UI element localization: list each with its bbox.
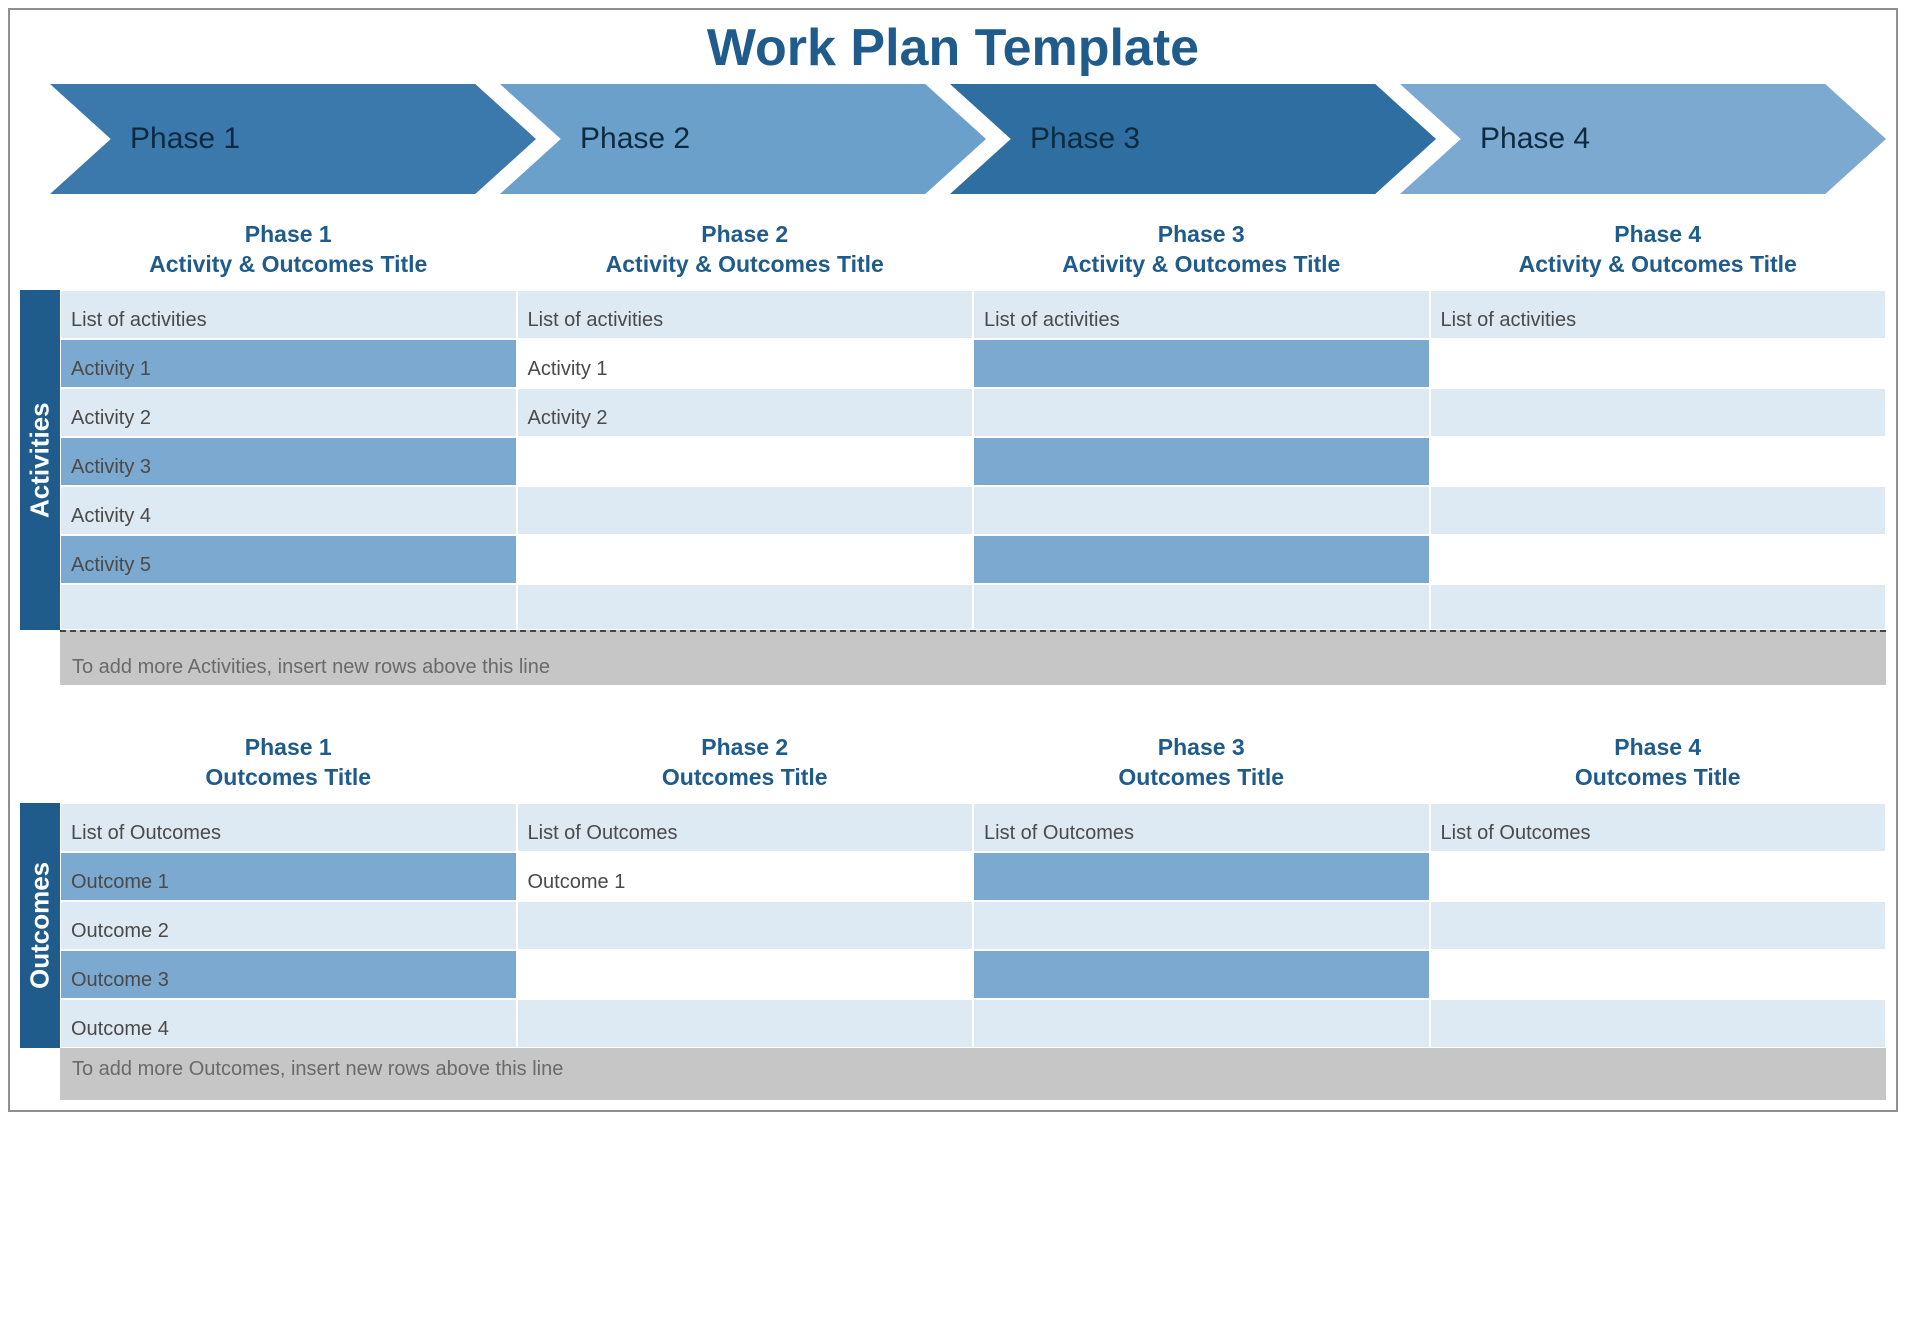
column-header: Phase 3Outcomes Title bbox=[973, 729, 1430, 803]
table-cell[interactable] bbox=[1430, 584, 1887, 630]
outcomes-grid: List of OutcomesList of OutcomesList of … bbox=[60, 803, 1886, 1048]
outcomes-section: Outcomes List of OutcomesList of Outcome… bbox=[20, 803, 1886, 1048]
table-cell[interactable]: List of Outcomes bbox=[1430, 803, 1887, 852]
table-cell[interactable]: Activity 1 bbox=[60, 339, 517, 388]
table-cell[interactable] bbox=[1430, 339, 1887, 388]
table-cell[interactable] bbox=[973, 950, 1430, 999]
table-cell[interactable] bbox=[973, 437, 1430, 486]
table-cell[interactable] bbox=[1430, 437, 1887, 486]
column-header: Phase 3Activity & Outcomes Title bbox=[973, 216, 1430, 290]
table-cell[interactable] bbox=[1430, 486, 1887, 535]
phase-arrow-1: Phase 1 bbox=[50, 84, 536, 194]
column-header: Phase 1Outcomes Title bbox=[60, 729, 517, 803]
work-plan-page: Work Plan Template Phase 1 Phase 2 Phase… bbox=[8, 8, 1898, 1112]
table-cell[interactable] bbox=[1430, 388, 1887, 437]
table-cell[interactable]: List of activities bbox=[60, 290, 517, 339]
table-cell[interactable]: List of activities bbox=[973, 290, 1430, 339]
table-cell[interactable] bbox=[973, 339, 1430, 388]
table-cell[interactable] bbox=[517, 535, 974, 584]
phase-arrow-label: Phase 2 bbox=[580, 122, 690, 156]
phase-arrow-label: Phase 4 bbox=[1480, 122, 1590, 156]
table-cell[interactable] bbox=[1430, 535, 1887, 584]
table-cell[interactable]: Activity 3 bbox=[60, 437, 517, 486]
table-cell[interactable] bbox=[517, 486, 974, 535]
phase-arrow-4: Phase 4 bbox=[1400, 84, 1886, 194]
table-cell[interactable] bbox=[973, 388, 1430, 437]
table-cell[interactable] bbox=[1430, 901, 1887, 950]
table-cell[interactable] bbox=[60, 584, 517, 630]
table-cell[interactable]: Outcome 1 bbox=[60, 852, 517, 901]
phase-arrows-row: Phase 1 Phase 2 Phase 3 Phase 4 bbox=[20, 84, 1886, 194]
table-cell[interactable]: Outcome 4 bbox=[60, 999, 517, 1048]
table-cell[interactable] bbox=[973, 901, 1430, 950]
outcomes-note: To add more Outcomes, insert new rows ab… bbox=[60, 1048, 1886, 1100]
table-cell[interactable] bbox=[1430, 999, 1887, 1048]
phase-arrow-label: Phase 1 bbox=[130, 122, 240, 156]
outcomes-side-label: Outcomes bbox=[20, 803, 60, 1048]
table-cell[interactable] bbox=[973, 852, 1430, 901]
table-cell[interactable] bbox=[517, 584, 974, 630]
activities-column-headers: Phase 1Activity & Outcomes TitlePhase 2A… bbox=[60, 216, 1886, 290]
table-cell[interactable] bbox=[973, 486, 1430, 535]
table-cell[interactable] bbox=[517, 999, 974, 1048]
table-cell[interactable]: Activity 5 bbox=[60, 535, 517, 584]
table-cell[interactable] bbox=[973, 999, 1430, 1048]
table-cell[interactable] bbox=[517, 901, 974, 950]
column-header: Phase 2Activity & Outcomes Title bbox=[517, 216, 974, 290]
table-cell[interactable] bbox=[973, 584, 1430, 630]
table-cell[interactable]: Activity 2 bbox=[517, 388, 974, 437]
table-cell[interactable] bbox=[517, 950, 974, 999]
table-cell[interactable] bbox=[1430, 950, 1887, 999]
activities-section: Activities List of activitiesList of act… bbox=[20, 290, 1886, 630]
table-cell[interactable]: Activity 1 bbox=[517, 339, 974, 388]
table-cell[interactable]: List of Outcomes bbox=[973, 803, 1430, 852]
activities-side-label: Activities bbox=[20, 290, 60, 630]
column-header: Phase 4Activity & Outcomes Title bbox=[1430, 216, 1887, 290]
table-cell[interactable]: List of activities bbox=[517, 290, 974, 339]
activities-grid: List of activitiesList of activitiesList… bbox=[60, 290, 1886, 630]
page-title: Work Plan Template bbox=[20, 18, 1886, 78]
table-cell[interactable]: Activity 2 bbox=[60, 388, 517, 437]
phase-arrow-label: Phase 3 bbox=[1030, 122, 1140, 156]
column-header: Phase 4Outcomes Title bbox=[1430, 729, 1887, 803]
table-cell[interactable]: Outcome 1 bbox=[517, 852, 974, 901]
table-cell[interactable]: Outcome 2 bbox=[60, 901, 517, 950]
table-cell[interactable] bbox=[1430, 852, 1887, 901]
phase-arrow-2: Phase 2 bbox=[500, 84, 986, 194]
column-header: Phase 2Outcomes Title bbox=[517, 729, 974, 803]
table-cell[interactable]: List of Outcomes bbox=[517, 803, 974, 852]
table-cell[interactable]: List of Outcomes bbox=[60, 803, 517, 852]
table-cell[interactable]: List of activities bbox=[1430, 290, 1887, 339]
activities-note: To add more Activities, insert new rows … bbox=[60, 630, 1886, 685]
column-header: Phase 1Activity & Outcomes Title bbox=[60, 216, 517, 290]
table-cell[interactable]: Outcome 3 bbox=[60, 950, 517, 999]
table-cell[interactable] bbox=[517, 437, 974, 486]
outcomes-column-headers: Phase 1Outcomes TitlePhase 2Outcomes Tit… bbox=[60, 729, 1886, 803]
phase-arrow-3: Phase 3 bbox=[950, 84, 1436, 194]
table-cell[interactable]: Activity 4 bbox=[60, 486, 517, 535]
table-cell[interactable] bbox=[973, 535, 1430, 584]
